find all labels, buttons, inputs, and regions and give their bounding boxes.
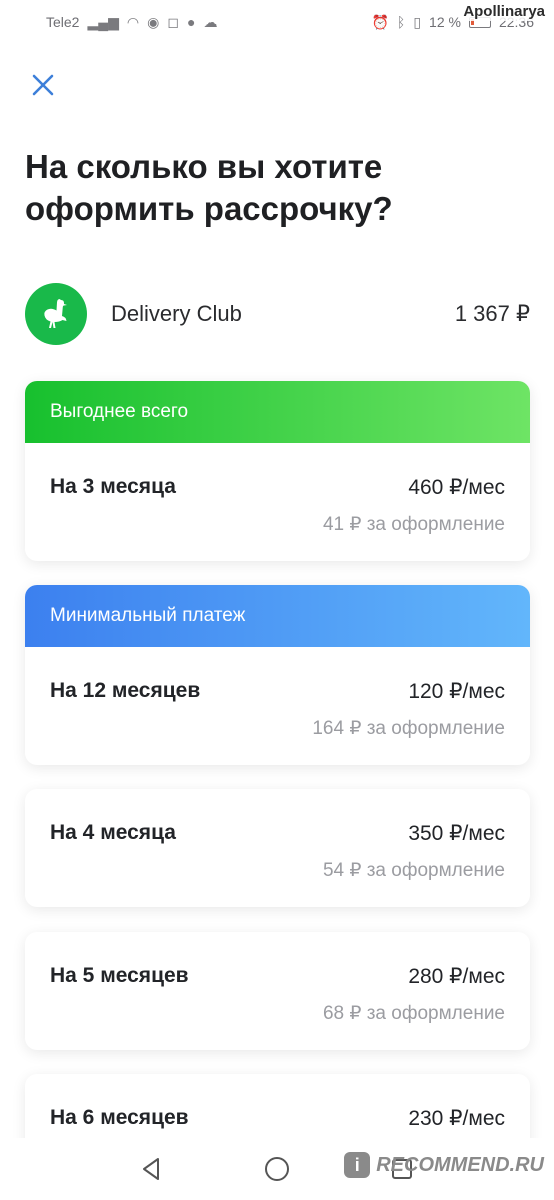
plan-term: На 12 месяцев xyxy=(50,679,201,702)
plan-body: На 4 месяца 350 ₽/мес 54 ₽ за оформление xyxy=(25,789,530,907)
status-bar-left: Tele2 ▂▄▆ ◠ ◉ ◻ ● ☁ xyxy=(46,14,217,30)
site-watermark: i RECOMMEND.RU xyxy=(344,1152,544,1178)
plan-price: 350 ₽/мес xyxy=(408,822,505,845)
plan-price: 460 ₽/мес xyxy=(408,476,505,499)
alarm-icon: ⏰ xyxy=(371,14,389,30)
merchant-row: Delivery Club 1 367 ₽ xyxy=(25,283,530,345)
watermark-badge: i xyxy=(344,1152,371,1178)
cloud-icon: ☁ xyxy=(203,14,218,30)
plan-card-5-months[interactable]: На 5 месяцев 280 ₽/мес 68 ₽ за оформлени… xyxy=(25,932,530,1050)
vibrate-icon: ▯ xyxy=(413,14,422,30)
plan-term: На 6 месяцев xyxy=(50,1106,189,1129)
plan-fee: 41 ₽ за оформление xyxy=(322,514,505,535)
close-icon xyxy=(32,74,54,96)
home-icon xyxy=(264,1157,289,1181)
bluetooth-icon: ᛒ xyxy=(396,14,406,30)
merchant-logo xyxy=(25,283,87,345)
instagram-icon: ◻ xyxy=(167,14,179,30)
plan-card-4-months[interactable]: На 4 месяца 350 ₽/мес 54 ₽ за оформление xyxy=(25,789,530,907)
page-title: На сколько вы хотите оформить рассрочку? xyxy=(25,148,393,227)
plan-fee: 54 ₽ за оформление xyxy=(322,860,505,881)
watermark-site: RECOMMEND.RU xyxy=(376,1153,544,1176)
ostrich-logo-icon xyxy=(44,299,67,328)
plan-fee: 164 ₽ за оформление xyxy=(312,718,505,739)
plan-badge: Минимальный платеж xyxy=(25,585,530,647)
plan-fee: 68 ₽ за оформление xyxy=(322,1003,505,1024)
carrier-label: Tele2 xyxy=(46,14,80,30)
close-button[interactable] xyxy=(26,68,60,102)
plan-price: 120 ₽/мес xyxy=(408,680,505,703)
plan-body: На 12 месяцев 120 ₽/мес 164 ₽ за оформле… xyxy=(25,647,530,765)
plan-term: На 4 месяца xyxy=(50,821,176,844)
plan-term: На 3 месяца xyxy=(50,475,176,498)
plan-price: 280 ₽/мес xyxy=(408,965,505,988)
plan-card-12-months[interactable]: Минимальный платеж На 12 месяцев 120 ₽/м… xyxy=(25,585,530,765)
plan-body: На 3 месяца 460 ₽/мес 41 ₽ за оформление xyxy=(25,443,530,561)
facebook-icon: ● xyxy=(186,14,196,30)
eye-icon: ◉ xyxy=(147,14,160,30)
merchant-name: Delivery Club xyxy=(111,301,242,326)
signal-icon: ▂▄▆ xyxy=(87,14,119,30)
back-icon xyxy=(143,1158,160,1180)
plan-term: На 5 месяцев xyxy=(50,964,189,987)
merchant-amount: 1 367 ₽ xyxy=(454,301,530,326)
battery-percent: 12 % xyxy=(429,14,461,30)
plan-body: На 5 месяцев 280 ₽/мес 68 ₽ за оформлени… xyxy=(25,932,530,1050)
plan-price: 230 ₽/мес xyxy=(408,1107,505,1130)
plan-card-3-months[interactable]: Выгоднее всего На 3 месяца 460 ₽/мес 41 … xyxy=(25,381,530,561)
back-button[interactable] xyxy=(132,1149,172,1189)
home-button[interactable] xyxy=(257,1149,297,1189)
wifi-icon: ◠ xyxy=(126,14,140,30)
user-watermark: Apollinarya xyxy=(460,2,548,21)
plan-badge: Выгоднее всего xyxy=(25,381,530,443)
